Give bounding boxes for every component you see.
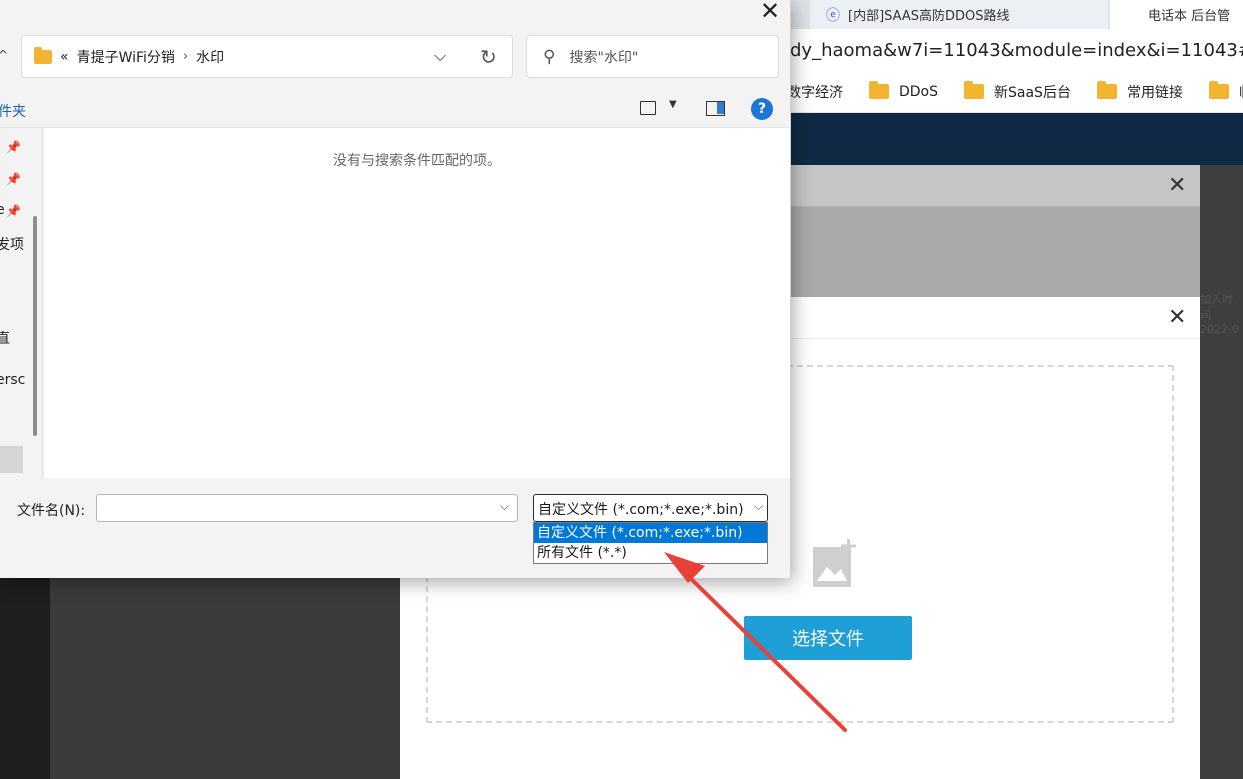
cell-value: 2022-0 — [1200, 323, 1239, 336]
edge-tab-icon: ⓔ — [826, 7, 840, 24]
dropdown-arrow-icon[interactable]: ▼ — [669, 99, 677, 110]
page-header — [790, 113, 1243, 165]
chevron-right-icon: › — [182, 49, 189, 64]
breadcrumb-segment[interactable]: 水印 — [196, 47, 224, 67]
chevron-down-icon[interactable]: ⌵ — [750, 499, 763, 514]
empty-message: 没有与搜索条件匹配的项。 — [333, 153, 501, 169]
filename-label: 文件名(N): — [17, 503, 86, 519]
filetype-selected: 自定义文件 (*.com;*.exe;*.bin) — [538, 502, 744, 518]
tab-label: [内部]SAAS高防DDOS路线 — [848, 9, 1010, 24]
filetype-option[interactable]: 所有文件 (*.*) — [534, 543, 767, 563]
bookmark-label: 数字经济 — [790, 84, 843, 101]
file-list[interactable]: 没有与搜索条件匹配的项。 — [44, 128, 790, 478]
preview-pane-icon[interactable] — [706, 101, 725, 116]
bookmark-item[interactable]: 新SaaS后台 — [964, 81, 1071, 102]
filename-input[interactable]: ⌵ — [96, 494, 518, 522]
folder-icon — [34, 46, 52, 64]
view-mode-icon[interactable] — [640, 101, 656, 115]
search-icon: ⚲ — [543, 46, 556, 67]
folder-icon — [964, 81, 985, 99]
bookmark-item[interactable]: 临时 — [1208, 81, 1243, 102]
folder-icon — [869, 81, 889, 99]
breadcrumb-overflow[interactable]: « — [60, 49, 69, 65]
bookmark-label: 新SaaS后台 — [994, 84, 1071, 101]
address-bar[interactable]: dy_haoma&w7i=11043&module=index&i=11043#… — [790, 29, 1243, 71]
bookmark-label: 临时 — [1239, 82, 1243, 102]
nav-item[interactable]: e — [0, 202, 5, 218]
nav-item[interactable]: ersc — [0, 372, 25, 388]
breadcrumb[interactable]: « 青提子WiFi分销 › 水印 ⌵ ↻ — [21, 35, 513, 78]
pin-icon: 📌 — [6, 172, 21, 186]
help-icon[interactable]: ? — [751, 98, 773, 120]
bookmarks-bar: 数字经济 DDoS 新SaaS后台 常用链接 临时 — [790, 71, 1243, 113]
folder-icon — [1096, 81, 1117, 99]
chevron-down-icon[interactable]: ⌵ — [500, 499, 509, 514]
page-overlay-area — [50, 577, 400, 779]
close-icon[interactable]: ✕ — [760, 0, 780, 25]
search-input[interactable]: ⚲ 搜索"水印" — [526, 35, 779, 78]
pin-icon: 📌 — [6, 140, 21, 154]
choose-file-button[interactable]: 选择文件 — [744, 616, 912, 660]
folder-icon — [1208, 81, 1229, 99]
browser-tabbar: ⓔ [内部]SAAS高防DDOS路线 电话本 后台管 — [790, 0, 1243, 29]
navigation-pane: 📌 📌 e 📌 发项 直 ersc — [0, 128, 43, 478]
background-modal: ✕ — [790, 165, 1200, 297]
image-add-icon — [813, 539, 856, 587]
file-open-dialog: ✕ ^ « 青提子WiFi分销 › 水印 ⌵ ↻ ⚲ 搜索"水印" 件夹 ▼ ?… — [0, 0, 791, 578]
search-placeholder: 搜索"水印" — [569, 49, 639, 66]
bookmark-item[interactable]: 数字经济 — [790, 82, 843, 102]
dialog-toolbar: 件夹 ▼ — [0, 90, 790, 128]
filetype-dropdown: 自定义文件 (*.com;*.exe;*.bin) 所有文件 (*.*) — [533, 522, 768, 564]
new-folder-button[interactable]: 件夹 — [0, 101, 26, 121]
up-arrow-icon[interactable]: ^ — [0, 48, 8, 62]
tab-label: 电话本 后台管 — [1148, 9, 1231, 24]
filetype-option[interactable]: 自定义文件 (*.com;*.exe;*.bin) — [534, 523, 767, 543]
column-header: 加入时间 — [1200, 293, 1233, 322]
nav-item[interactable]: 直 — [0, 328, 10, 348]
bookmark-label: DDoS — [899, 83, 939, 100]
pin-icon: 📌 — [6, 204, 21, 218]
refresh-icon[interactable]: ↻ — [480, 45, 497, 69]
filetype-select[interactable]: 自定义文件 (*.com;*.exe;*.bin) ⌵ — [533, 494, 768, 522]
bookmark-item[interactable]: DDoS — [869, 81, 939, 100]
browser-tab[interactable]: ⓔ [内部]SAAS高防DDOS路线 — [810, 0, 1108, 29]
scrollbar[interactable] — [33, 216, 37, 436]
close-icon[interactable]: ✕ — [1168, 307, 1186, 329]
modal-header: ✕ — [790, 297, 1200, 339]
nav-item-selected[interactable] — [0, 446, 23, 473]
address-text: dy_haoma&w7i=11043&module=index&i=11043#… — [790, 39, 1243, 61]
modal-header: ✕ — [790, 165, 1200, 207]
breadcrumb-segment[interactable]: 青提子WiFi分销 — [77, 47, 175, 67]
nav-item[interactable]: 发项 — [0, 234, 24, 254]
browser-tab-active[interactable]: 电话本 后台管 — [1110, 0, 1243, 29]
chevron-down-icon[interactable]: ⌵ — [434, 46, 446, 66]
close-icon[interactable]: ✕ — [1168, 175, 1186, 197]
bookmark-item[interactable]: 常用链接 — [1096, 81, 1183, 102]
bookmark-label: 常用链接 — [1126, 84, 1183, 101]
page-sidebar — [0, 577, 50, 779]
